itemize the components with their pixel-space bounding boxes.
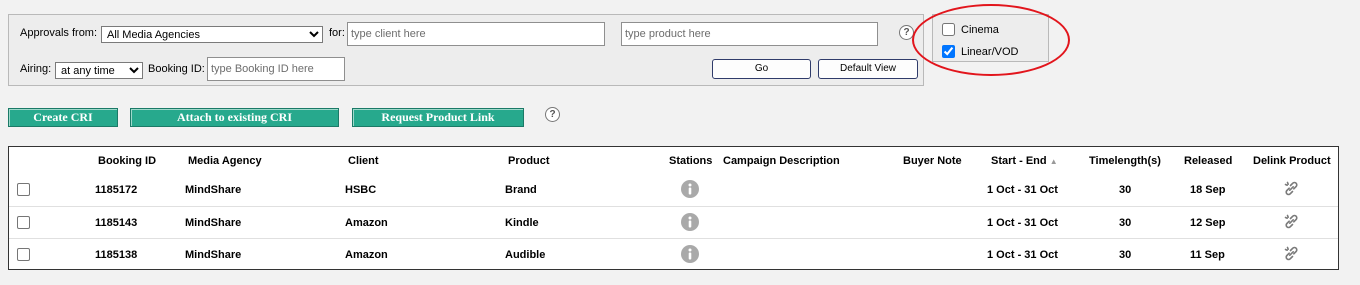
info-icon[interactable]: [681, 213, 699, 231]
cell-product: Brand: [505, 184, 537, 196]
header-start-end-label: Start - End: [991, 155, 1047, 167]
cell-client: HSBC: [345, 184, 377, 196]
bookings-table: Booking ID Media Agency Client Product S…: [8, 146, 1339, 270]
approvals-from-label: Approvals from:: [20, 27, 98, 39]
cell-booking-id: 1185143: [95, 217, 138, 229]
client-input[interactable]: [347, 22, 605, 46]
info-icon[interactable]: [681, 180, 699, 198]
cell-timelength: 30: [1119, 217, 1132, 229]
cell-booking-id: 1185172: [95, 184, 138, 196]
airing-label: Airing:: [20, 63, 52, 75]
sort-ascending-icon: ▲: [1049, 157, 1058, 166]
header-stations[interactable]: Stations: [669, 155, 712, 167]
booking-id-input[interactable]: [207, 57, 345, 81]
row-select-checkbox[interactable]: [17, 248, 30, 261]
row-select-checkbox[interactable]: [17, 183, 30, 196]
cell-released: 18 Sep: [1190, 184, 1226, 196]
cell-timelength: 30: [1119, 249, 1132, 261]
header-media-agency[interactable]: Media Agency: [188, 155, 262, 167]
header-start-end[interactable]: Start - End ▲: [991, 155, 1058, 167]
header-product[interactable]: Product: [508, 155, 550, 167]
cell-client: Amazon: [345, 249, 388, 261]
cell-timelength: 30: [1119, 184, 1132, 196]
cell-client: Amazon: [345, 217, 388, 229]
row-select-checkbox[interactable]: [17, 216, 30, 229]
request-product-link-button[interactable]: Request Product Link: [352, 108, 524, 127]
cell-booking-id: 1185138: [95, 249, 138, 261]
cell-media-agency: MindShare: [185, 184, 242, 196]
cell-product: Kindle: [505, 217, 539, 229]
cell-media-agency: MindShare: [185, 249, 242, 261]
header-buyer-note[interactable]: Buyer Note: [903, 155, 962, 167]
header-released[interactable]: Released: [1184, 155, 1232, 167]
link-icon[interactable]: [1283, 245, 1300, 262]
header-campaign-description[interactable]: Campaign Description: [723, 155, 840, 167]
header-booking-id[interactable]: Booking ID: [98, 155, 156, 167]
booking-id-label: Booking ID:: [148, 63, 205, 75]
approvals-from-select[interactable]: All Media Agencies: [101, 26, 323, 43]
airing-select[interactable]: at any time: [55, 62, 143, 79]
actions-help-icon[interactable]: ?: [545, 107, 560, 122]
highlight-ellipse: [912, 4, 1070, 76]
go-button[interactable]: Go: [712, 59, 811, 79]
cell-start-end: 1 Oct - 31 Oct: [987, 217, 1058, 229]
header-delink-product[interactable]: Delink Product: [1253, 155, 1331, 167]
table-row[interactable]: 1185143 MindShare Amazon Kindle 1 Oct - 31 O…: [9, 206, 1338, 238]
for-label: for:: [329, 27, 345, 39]
table-row[interactable]: 1185172 MindShare HSBC Brand 1 Oct - 31 Oct 3…: [9, 174, 1338, 206]
table-row[interactable]: 1185138 MindShare Amazon Audible 1 Oct - 31 …: [9, 238, 1338, 270]
cell-released: 11 Sep: [1190, 249, 1225, 261]
cell-start-end: 1 Oct - 31 Oct: [987, 249, 1058, 261]
product-input[interactable]: [621, 22, 878, 46]
cell-released: 12 Sep: [1190, 217, 1226, 229]
info-icon[interactable]: [681, 245, 699, 263]
cell-media-agency: MindShare: [185, 217, 242, 229]
default-view-button[interactable]: Default View: [818, 59, 918, 79]
filter-panel: Approvals from: All Media Agencies for: …: [8, 14, 924, 86]
create-cri-button[interactable]: Create CRI: [8, 108, 118, 127]
link-icon[interactable]: [1283, 213, 1300, 230]
attach-existing-cri-button[interactable]: Attach to existing CRI: [130, 108, 339, 127]
header-timelength[interactable]: Timelength(s): [1089, 155, 1161, 167]
cell-start-end: 1 Oct - 31 Oct: [987, 184, 1058, 196]
cell-product: Audible: [505, 249, 546, 261]
header-client[interactable]: Client: [348, 155, 379, 167]
link-icon[interactable]: [1283, 180, 1300, 197]
